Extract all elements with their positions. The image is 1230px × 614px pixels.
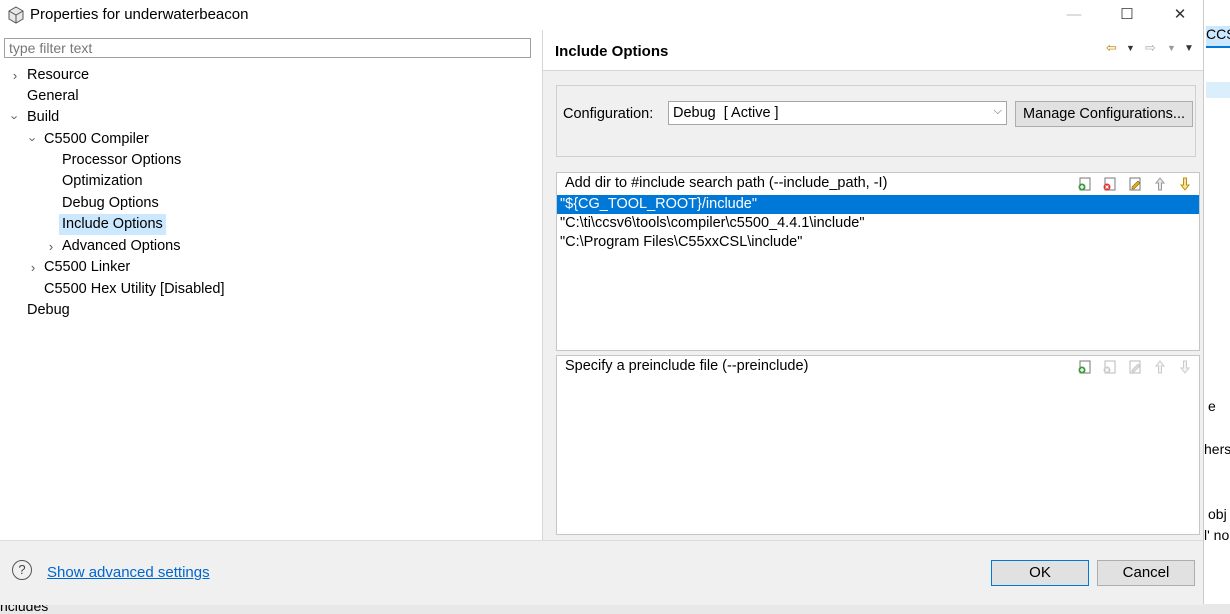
properties-dialog: Properties for underwaterbeacon — ☐ ✕ › …: [0, 0, 1204, 605]
tree-item-include-options[interactable]: Include Options: [59, 214, 166, 235]
property-page: Include Options ⇦ ▼ ⇨ ▼ ▼ Configuration:…: [543, 30, 1203, 540]
bg-text-fragment: l' no: [1204, 527, 1230, 543]
tree-item-general[interactable]: General: [27, 86, 79, 107]
configuration-value: Debug [ Active ]: [673, 105, 779, 121]
chevron-down-icon: ⌵: [993, 105, 1002, 117]
tree-item-c5500-compiler[interactable]: C5500 Compiler: [44, 129, 149, 150]
expand-chevron-icon[interactable]: ›: [45, 236, 57, 257]
tree-item-processor-options[interactable]: Processor Options: [62, 150, 181, 171]
bg-text-fragment: hers: [1204, 441, 1230, 457]
manage-configurations-button[interactable]: Manage Configurations...: [1015, 101, 1193, 127]
collapse-chevron-icon[interactable]: ›: [23, 134, 44, 146]
bg-text-fragment: e: [1208, 398, 1216, 414]
include-path-title: Add dir to #include search path (--inclu…: [565, 175, 888, 191]
tree-item-resource[interactable]: Resource: [27, 65, 89, 86]
edit-icon[interactable]: [1127, 176, 1143, 192]
title-bar[interactable]: Properties for underwaterbeacon — ☐ ✕: [0, 0, 1203, 30]
preinclude-toolbar: [1072, 359, 1193, 375]
tree-item-c5500-linker[interactable]: C5500 Linker: [44, 257, 130, 278]
cancel-button[interactable]: Cancel: [1097, 560, 1195, 586]
back-arrow-icon[interactable]: ⇦: [1106, 40, 1117, 56]
configuration-group: Configuration: Debug [ Active ] ⌵ Manage…: [556, 85, 1196, 157]
move-up-icon[interactable]: [1152, 359, 1168, 375]
tree-item-optimization[interactable]: Optimization: [62, 171, 143, 192]
bg-highlight: [1206, 82, 1230, 98]
help-icon[interactable]: ?: [12, 560, 32, 580]
preinclude-panel: Specify a preinclude file (--preinclude): [556, 355, 1200, 535]
include-path-item[interactable]: "C:\ti\ccsv6\tools\compiler\c5500_4.4.1\…: [557, 214, 1199, 233]
background-editor: CCS e hers obj l' no: [1204, 0, 1230, 614]
page-header: Include Options ⇦ ▼ ⇨ ▼ ▼: [543, 30, 1203, 71]
tree-item-debug-options[interactable]: Debug Options: [62, 193, 159, 214]
add-icon[interactable]: [1077, 176, 1093, 192]
move-up-icon[interactable]: [1152, 176, 1168, 192]
dialog-button-bar: ? Show advanced settings OK Cancel: [0, 540, 1203, 605]
ok-button[interactable]: OK: [991, 560, 1089, 586]
add-icon[interactable]: [1077, 359, 1093, 375]
close-button[interactable]: ✕: [1157, 0, 1203, 30]
page-title: Include Options: [555, 43, 669, 60]
maximize-button[interactable]: ☐: [1104, 0, 1150, 30]
tree-item-build[interactable]: Build: [27, 107, 59, 128]
preinclude-title: Specify a preinclude file (--preinclude): [565, 358, 809, 374]
include-path-panel: Add dir to #include search path (--inclu…: [556, 172, 1200, 351]
back-menu-chevron-icon[interactable]: ▼: [1126, 43, 1135, 59]
eclipse-cube-icon: [8, 6, 24, 24]
include-path-item[interactable]: "${CG_TOOL_ROOT}/include": [557, 195, 1199, 214]
forward-arrow-icon[interactable]: ⇨: [1145, 40, 1156, 56]
property-tree-pane: › Resource General › Build › C5500 Compi…: [0, 30, 543, 540]
expand-chevron-icon[interactable]: ›: [9, 65, 21, 86]
tree-item-debug[interactable]: Debug: [27, 300, 70, 321]
collapse-chevron-icon[interactable]: ›: [5, 112, 26, 124]
forward-menu-chevron-icon[interactable]: ▼: [1167, 43, 1176, 59]
delete-icon[interactable]: [1102, 176, 1118, 192]
bg-tab: CCS: [1206, 26, 1230, 48]
filter-input[interactable]: [4, 38, 531, 58]
configuration-select[interactable]: Debug [ Active ] ⌵: [668, 101, 1007, 125]
include-path-item[interactable]: "C:\Program Files\C55xxCSL\include": [557, 233, 1199, 252]
move-down-icon[interactable]: [1177, 176, 1193, 192]
bg-text-fragment: ncludes: [0, 604, 49, 614]
include-path-toolbar: [1072, 176, 1193, 192]
tree-item-advanced-options[interactable]: Advanced Options: [62, 236, 181, 257]
minimize-button[interactable]: —: [1051, 0, 1097, 30]
show-advanced-settings-link[interactable]: Show advanced settings: [47, 564, 210, 581]
move-down-icon[interactable]: [1177, 359, 1193, 375]
expand-chevron-icon[interactable]: ›: [27, 257, 39, 278]
window-title: Properties for underwaterbeacon: [30, 6, 249, 23]
bg-text-fragment: obj: [1208, 506, 1227, 522]
configuration-label: Configuration:: [563, 106, 654, 122]
view-menu-icon[interactable]: ▼: [1184, 43, 1194, 59]
delete-icon[interactable]: [1102, 359, 1118, 375]
background-bottom: ncludes: [0, 604, 1230, 614]
tree-item-c5500-hex-utility[interactable]: C5500 Hex Utility [Disabled]: [44, 279, 225, 300]
edit-icon[interactable]: [1127, 359, 1143, 375]
